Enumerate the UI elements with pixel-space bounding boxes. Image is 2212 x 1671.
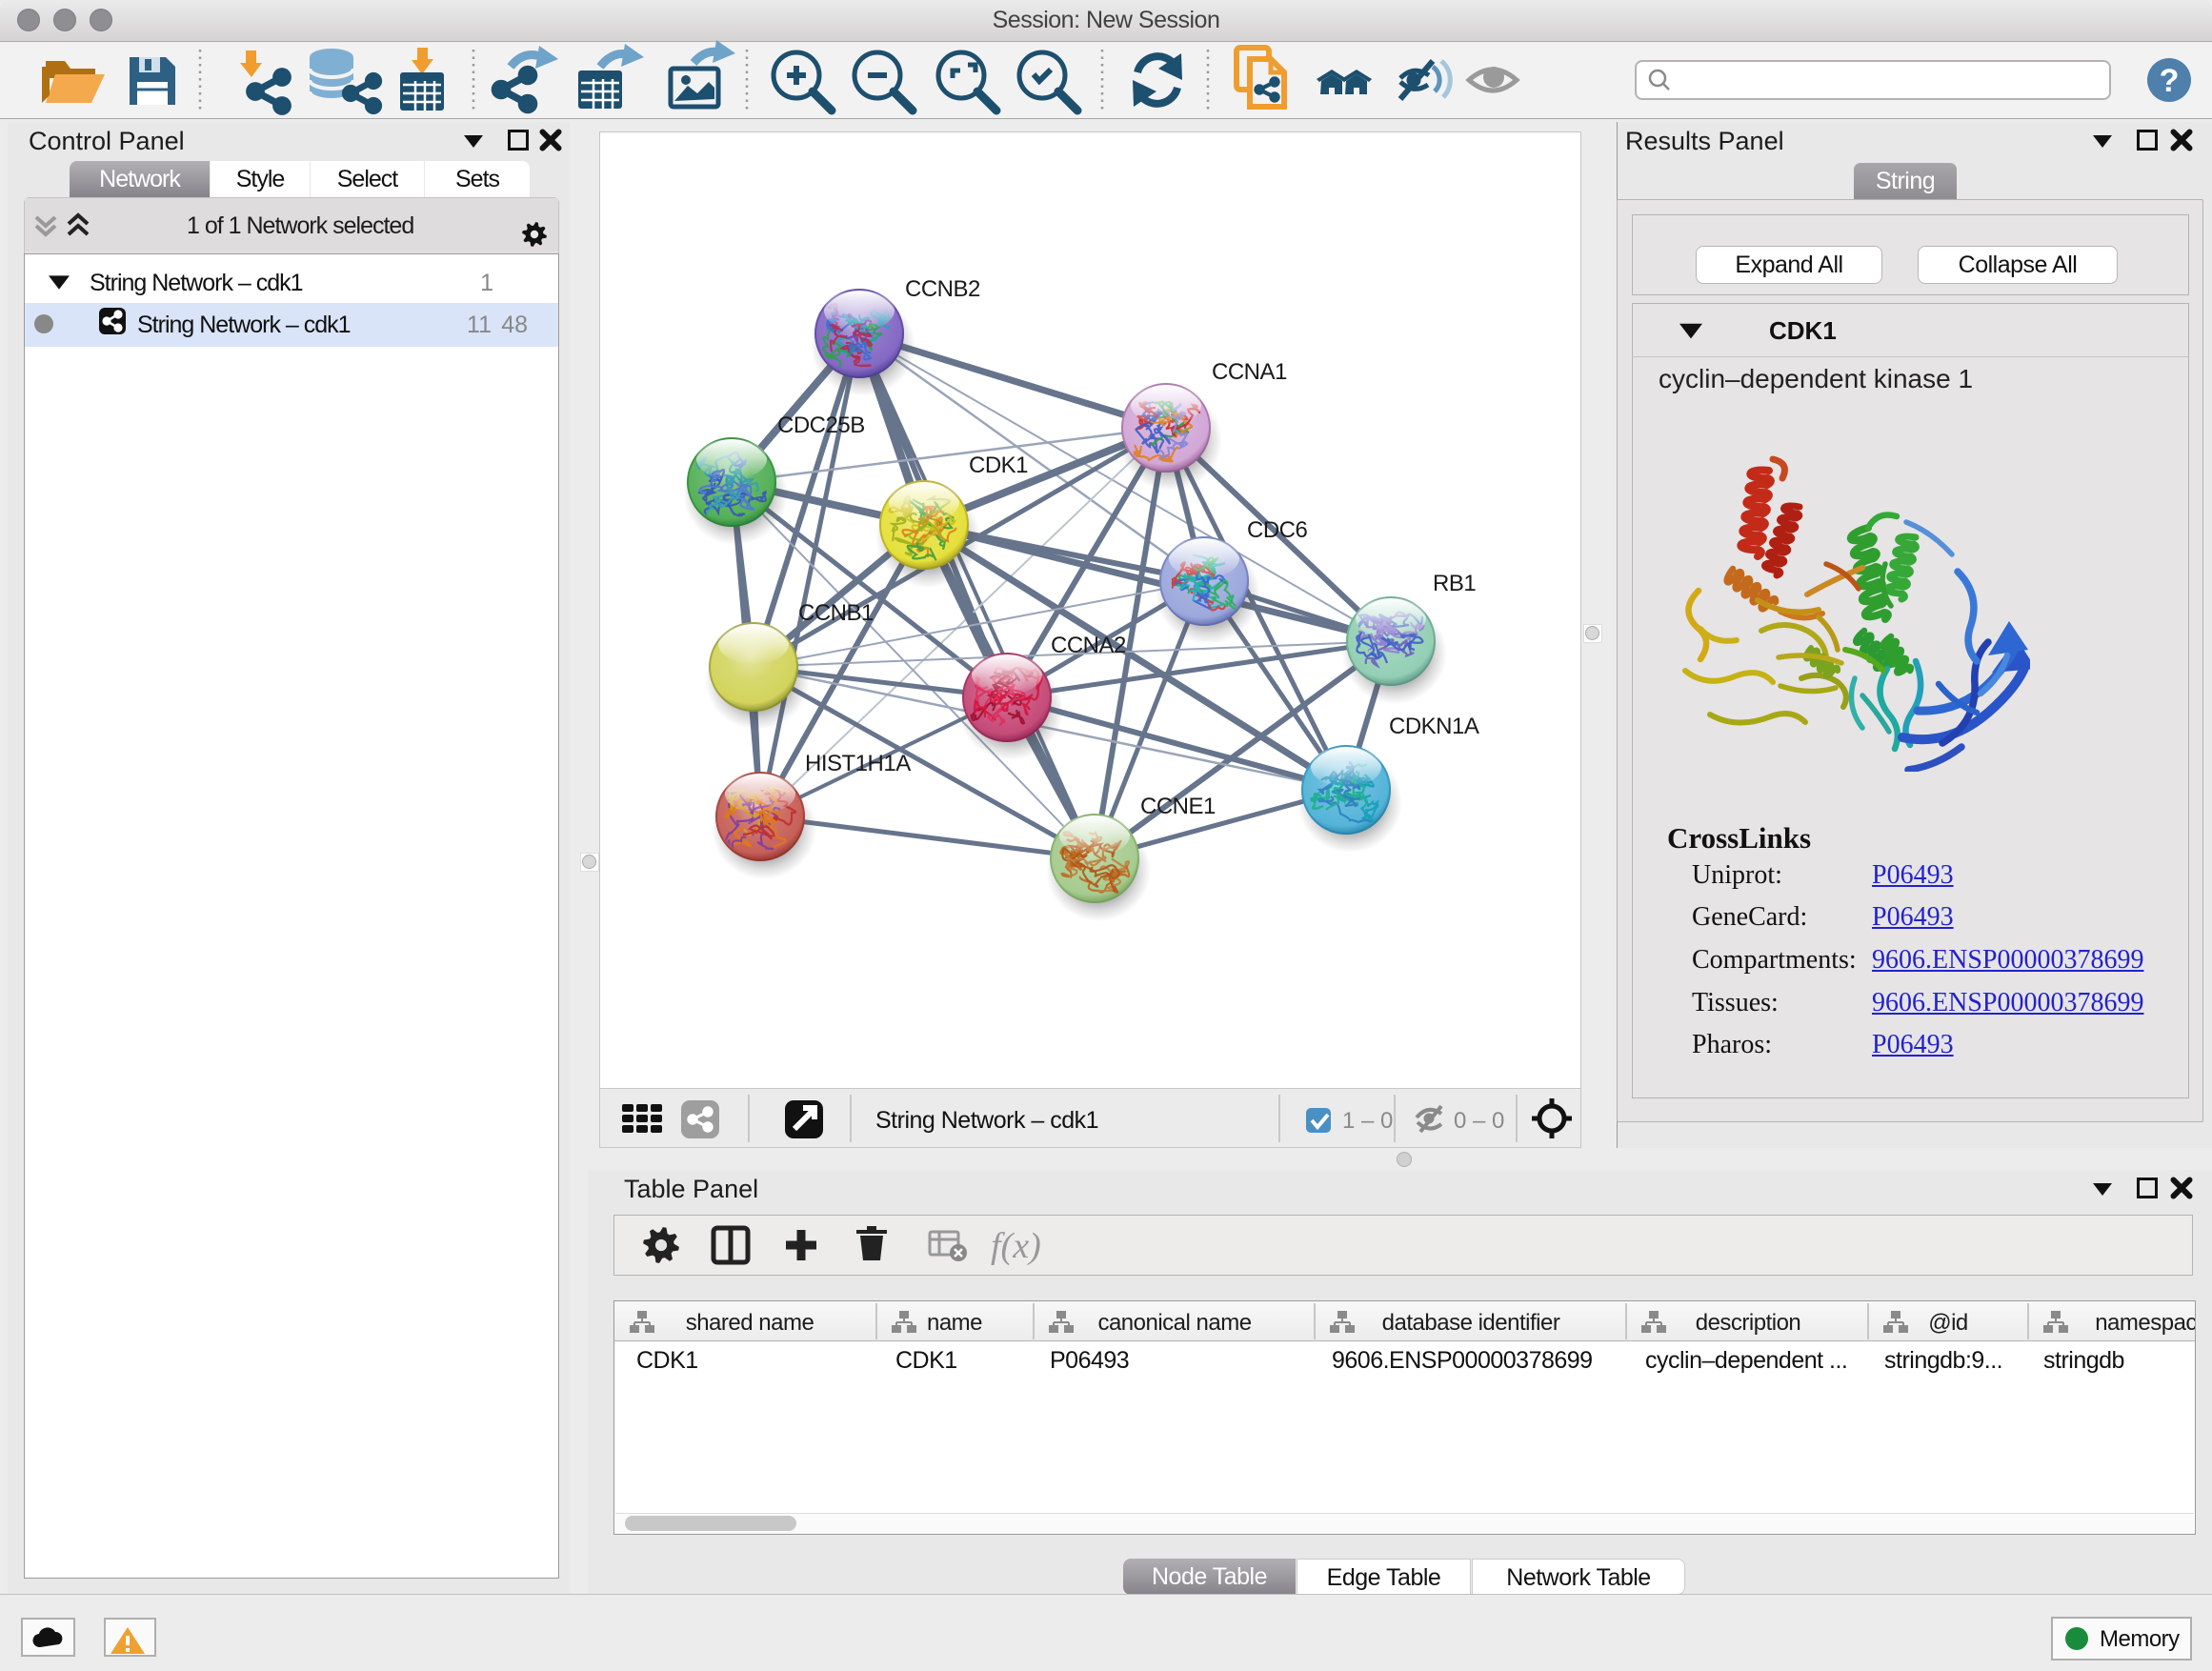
svg-text:CDK1: CDK1 [969, 453, 1028, 478]
svg-text:CCNA2: CCNA2 [1051, 633, 1126, 658]
svg-text:1 – 0: 1 – 0 [1342, 1108, 1393, 1134]
svg-text:48: 48 [501, 312, 528, 338]
svg-text:shared name: shared name [686, 1310, 814, 1336]
svg-text:HIST1H1A: HIST1H1A [805, 751, 911, 776]
svg-text:CCNB2: CCNB2 [905, 276, 980, 302]
svg-text:0 – 0: 0 – 0 [1454, 1108, 1504, 1134]
svg-text:CDC25B: CDC25B [777, 413, 865, 438]
svg-text:database identifier: database identifier [1382, 1310, 1560, 1336]
svg-text:f(x): f(x) [991, 1226, 1041, 1266]
svg-text:CCNA1: CCNA1 [1212, 359, 1287, 385]
svg-text:namespace: namespace [2095, 1310, 2195, 1336]
svg-text:name: name [927, 1310, 982, 1336]
svg-text:canonical name: canonical name [1097, 1310, 1251, 1336]
svg-text:@id: @id [1928, 1310, 1968, 1336]
svg-text:String Network – cdk1: String Network – cdk1 [137, 312, 351, 338]
svg-text:String Network – cdk1: String Network – cdk1 [875, 1107, 1098, 1134]
svg-text:1: 1 [480, 270, 493, 296]
svg-text:CCNE1: CCNE1 [1140, 794, 1216, 819]
svg-text:RB1: RB1 [1433, 571, 1476, 596]
svg-text:String Network – cdk1: String Network – cdk1 [90, 270, 303, 296]
svg-text:?: ? [2160, 63, 2180, 99]
svg-text:CDKN1A: CDKN1A [1389, 714, 1479, 739]
svg-text:CCNB1: CCNB1 [798, 600, 874, 626]
svg-text:description: description [1696, 1310, 1801, 1336]
svg-text:11: 11 [467, 312, 492, 338]
svg-text:CDC6: CDC6 [1247, 517, 1307, 543]
